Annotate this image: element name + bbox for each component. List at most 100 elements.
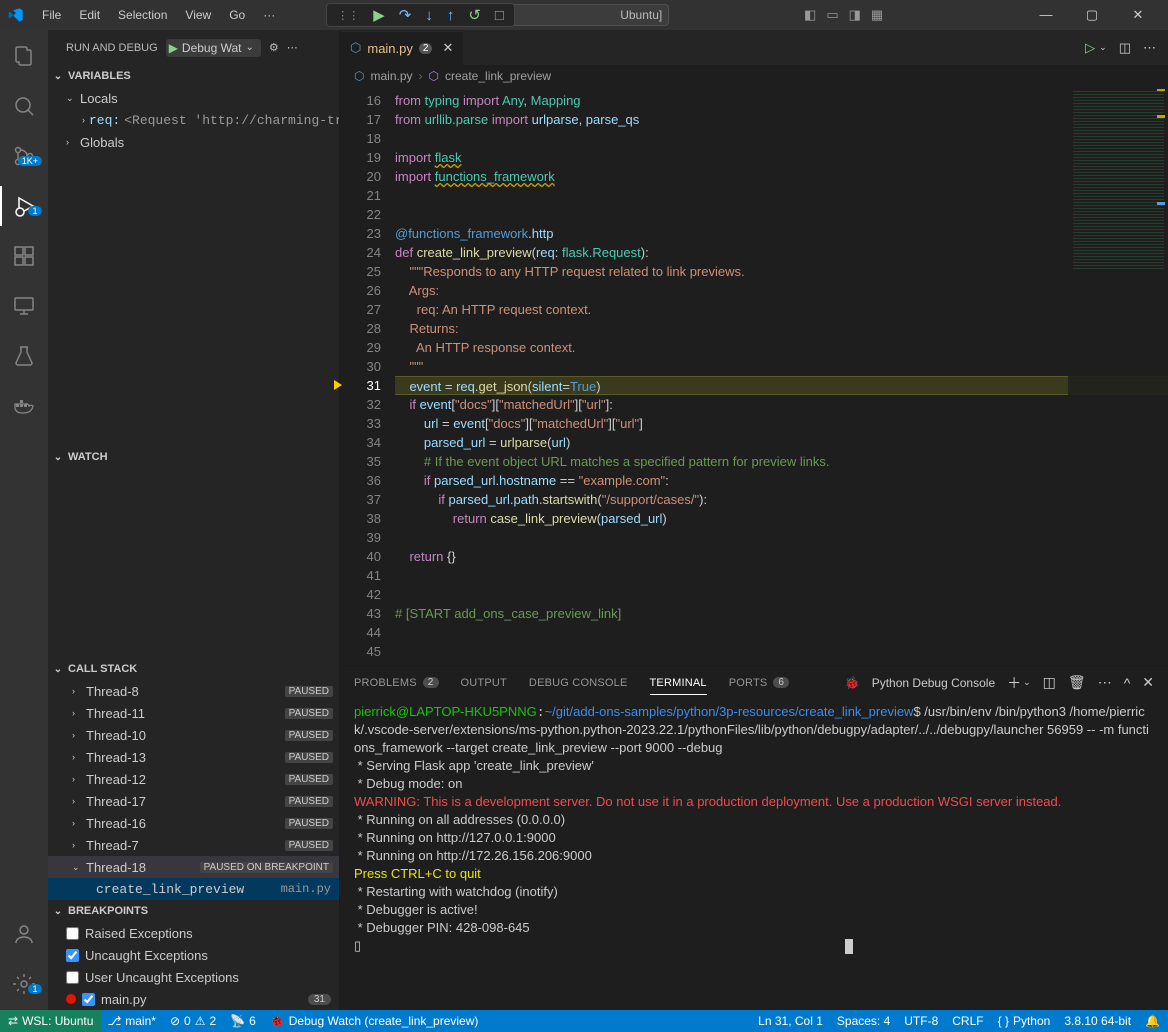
notifications-icon[interactable]: 🔔 bbox=[1145, 1014, 1160, 1028]
run-file-icon[interactable]: ▷ bbox=[1085, 40, 1095, 56]
more-actions-icon[interactable]: ⋯ bbox=[287, 41, 298, 54]
breakpoints-section[interactable]: ⌄BREAKPOINTS bbox=[48, 900, 339, 922]
callstack-section[interactable]: ⌄CALL STACK bbox=[48, 658, 339, 680]
breakpoint-list: Raised ExceptionsUncaught ExceptionsUser… bbox=[48, 922, 339, 1010]
scope-globals[interactable]: ›Globals bbox=[48, 131, 339, 153]
breakpoint-row[interactable]: User Uncaught Exceptions bbox=[48, 966, 339, 988]
panel-close-icon[interactable]: ✕ bbox=[1142, 674, 1154, 691]
run-debug-icon[interactable]: 1 bbox=[0, 186, 48, 226]
ports-indicator[interactable]: 📡6 bbox=[230, 1014, 256, 1028]
continue-icon[interactable]: ▶ bbox=[373, 6, 385, 24]
activity-bar: 1K+ 1 1 bbox=[0, 30, 48, 1010]
tab-close-icon[interactable]: ✕ bbox=[442, 40, 453, 56]
menu-more[interactable]: ··· bbox=[255, 4, 283, 26]
terminal-profile[interactable]: Python Debug Console bbox=[872, 676, 995, 690]
bp-checkbox[interactable] bbox=[66, 927, 79, 940]
minimize-icon[interactable]: — bbox=[1024, 7, 1068, 23]
menu-go[interactable]: Go bbox=[221, 4, 253, 26]
bc-file[interactable]: main.py bbox=[370, 69, 412, 83]
settings-gear-icon[interactable]: 1 bbox=[0, 964, 48, 1004]
eol[interactable]: CRLF bbox=[952, 1014, 983, 1028]
code-editor[interactable]: 1617181920212223242526272829303132333435… bbox=[340, 87, 1168, 665]
breadcrumb[interactable]: ⬡ main.py › ⬡ create_link_preview bbox=[340, 65, 1168, 87]
thread-row[interactable]: ›Thread-17PAUSED bbox=[48, 790, 339, 812]
thread-row[interactable]: ›Thread-7PAUSED bbox=[48, 834, 339, 856]
command-center[interactable]: ⋮⋮ ▶ ↷ ↓ ↑ ↺ □ Ubuntu] bbox=[409, 4, 669, 26]
customize-layout-icon[interactable]: ▦ bbox=[871, 7, 883, 23]
breakpoint-row[interactable]: main.py31 bbox=[48, 988, 339, 1010]
tab-output[interactable]: OUTPUT bbox=[461, 677, 507, 689]
tab-debug-console[interactable]: DEBUG CONSOLE bbox=[529, 677, 628, 689]
toggle-secondary-icon[interactable]: ◨ bbox=[849, 7, 861, 23]
tab-ports[interactable]: PORTS6 bbox=[729, 677, 789, 689]
menu-selection[interactable]: Selection bbox=[110, 4, 175, 26]
panel-tabs: PROBLEMS2 OUTPUT DEBUG CONSOLE TERMINAL … bbox=[340, 666, 1168, 699]
cursor-position[interactable]: Ln 31, Col 1 bbox=[758, 1014, 823, 1028]
debug-status[interactable]: 🐞Debug Watch (create_link_preview) bbox=[270, 1014, 479, 1028]
var-req[interactable]: ›req: <Request 'http://charming-tro… bbox=[48, 109, 339, 131]
menu-file[interactable]: File bbox=[34, 4, 69, 26]
editor-more-icon[interactable]: ⋯ bbox=[1143, 40, 1156, 56]
accounts-icon[interactable] bbox=[0, 914, 48, 954]
thread-row[interactable]: ›Thread-13PAUSED bbox=[48, 746, 339, 768]
language-mode[interactable]: { }Python bbox=[998, 1014, 1051, 1028]
thread-row[interactable]: ›Thread-12PAUSED bbox=[48, 768, 339, 790]
breakpoint-row[interactable]: Uncaught Exceptions bbox=[48, 944, 339, 966]
debug-settings-icon[interactable]: ⚙ bbox=[269, 41, 279, 54]
thread-row[interactable]: ›Thread-10PAUSED bbox=[48, 724, 339, 746]
thread-row[interactable]: ›Thread-16PAUSED bbox=[48, 812, 339, 834]
thread-row[interactable]: ›Thread-11PAUSED bbox=[48, 702, 339, 724]
stack-frame[interactable]: create_link_previewmain.py bbox=[48, 878, 339, 900]
code-content[interactable]: from typing import Any, Mappingfrom urll… bbox=[395, 87, 1168, 665]
extensions-icon[interactable] bbox=[0, 236, 48, 276]
thread-row[interactable]: ⌄Thread-18PAUSED ON BREAKPOINT bbox=[48, 856, 339, 878]
thread-row[interactable]: ›Thread-8PAUSED bbox=[48, 680, 339, 702]
search-icon[interactable] bbox=[0, 86, 48, 126]
menu-edit[interactable]: Edit bbox=[71, 4, 108, 26]
tab-terminal[interactable]: TERMINAL bbox=[650, 677, 707, 695]
docker-icon[interactable] bbox=[0, 386, 48, 426]
drag-handle-icon[interactable]: ⋮⋮ bbox=[337, 9, 359, 22]
problems-indicator[interactable]: ⊘0⚠2 bbox=[170, 1014, 216, 1028]
maximize-icon[interactable]: ▢ bbox=[1070, 7, 1114, 23]
symbol-icon: ⬡ bbox=[429, 69, 439, 83]
panel-maximize-icon[interactable]: ^ bbox=[1124, 675, 1131, 691]
status-bar: ⇄WSL: Ubuntu ⎇main* ⊘0⚠2 📡6 🐞Debug Watch… bbox=[0, 1010, 1168, 1032]
bp-checkbox[interactable] bbox=[82, 993, 95, 1006]
stop-icon[interactable]: □ bbox=[495, 7, 504, 24]
split-editor-icon[interactable]: ◫ bbox=[1119, 40, 1131, 56]
remote-explorer-icon[interactable] bbox=[0, 286, 48, 326]
restart-icon[interactable]: ↺ bbox=[468, 6, 481, 24]
terminal-content[interactable]: pierrick@LAPTOP-HKU5PNNG:~/git/add-ons-s… bbox=[340, 699, 1168, 1010]
python-interpreter[interactable]: 3.8.10 64-bit bbox=[1064, 1014, 1131, 1028]
close-icon[interactable]: ✕ bbox=[1116, 7, 1160, 23]
bp-checkbox[interactable] bbox=[66, 949, 79, 962]
indentation[interactable]: Spaces: 4 bbox=[837, 1014, 890, 1028]
testing-icon[interactable] bbox=[0, 336, 48, 376]
toggle-panel-icon[interactable]: ▭ bbox=[826, 7, 838, 23]
variables-section[interactable]: ⌄VARIABLES bbox=[48, 65, 339, 87]
debug-config-dropdown[interactable]: ▶ Debug Wat ⌄ bbox=[166, 39, 261, 57]
minimap[interactable] bbox=[1068, 87, 1168, 665]
step-over-icon[interactable]: ↷ bbox=[399, 6, 412, 24]
toggle-sidebar-icon[interactable]: ◧ bbox=[804, 7, 816, 23]
scope-locals[interactable]: ⌄Locals bbox=[48, 87, 339, 109]
breakpoint-row[interactable]: Raised Exceptions bbox=[48, 922, 339, 944]
watch-section[interactable]: ⌄WATCH bbox=[48, 446, 339, 468]
tab-main-py[interactable]: ⬡ main.py 2 ✕ bbox=[340, 30, 464, 65]
explorer-icon[interactable] bbox=[0, 36, 48, 76]
step-out-icon[interactable]: ↑ bbox=[447, 7, 455, 24]
encoding[interactable]: UTF-8 bbox=[904, 1014, 938, 1028]
menu-view[interactable]: View bbox=[177, 4, 219, 26]
bc-symbol[interactable]: create_link_preview bbox=[445, 69, 551, 83]
branch-indicator[interactable]: ⎇main* bbox=[107, 1014, 156, 1028]
split-terminal-icon[interactable]: ◫ bbox=[1043, 674, 1056, 691]
kill-terminal-icon[interactable]: 🗑 bbox=[1068, 674, 1086, 691]
panel-more-icon[interactable]: ⋯ bbox=[1098, 674, 1112, 691]
source-control-icon[interactable]: 1K+ bbox=[0, 136, 48, 176]
step-into-icon[interactable]: ↓ bbox=[425, 7, 433, 24]
bp-checkbox[interactable] bbox=[66, 971, 79, 984]
remote-indicator[interactable]: ⇄WSL: Ubuntu bbox=[0, 1010, 101, 1032]
tab-problems[interactable]: PROBLEMS2 bbox=[354, 677, 439, 689]
new-terminal-icon[interactable]: ＋ bbox=[1007, 673, 1021, 693]
